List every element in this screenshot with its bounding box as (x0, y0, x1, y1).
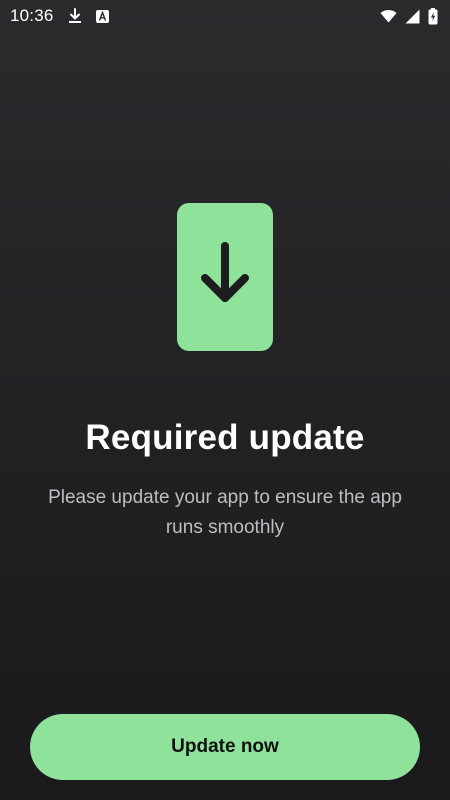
status-left: 10:36 (10, 6, 109, 26)
status-right (380, 7, 438, 25)
signal-icon (405, 9, 420, 24)
battery-charging-icon (428, 7, 438, 25)
page-title: Required update (85, 418, 365, 457)
page-subtitle: Please update your app to ensure the app… (48, 487, 402, 538)
wifi-icon (380, 9, 397, 23)
status-bar: 10:36 (0, 0, 450, 32)
download-arrow-icon (197, 240, 253, 315)
status-time: 10:36 (10, 6, 54, 25)
update-illustration (177, 203, 273, 351)
update-now-button[interactable]: Update now (30, 714, 420, 780)
download-icon (68, 8, 82, 24)
a-badge-icon (95, 9, 109, 23)
